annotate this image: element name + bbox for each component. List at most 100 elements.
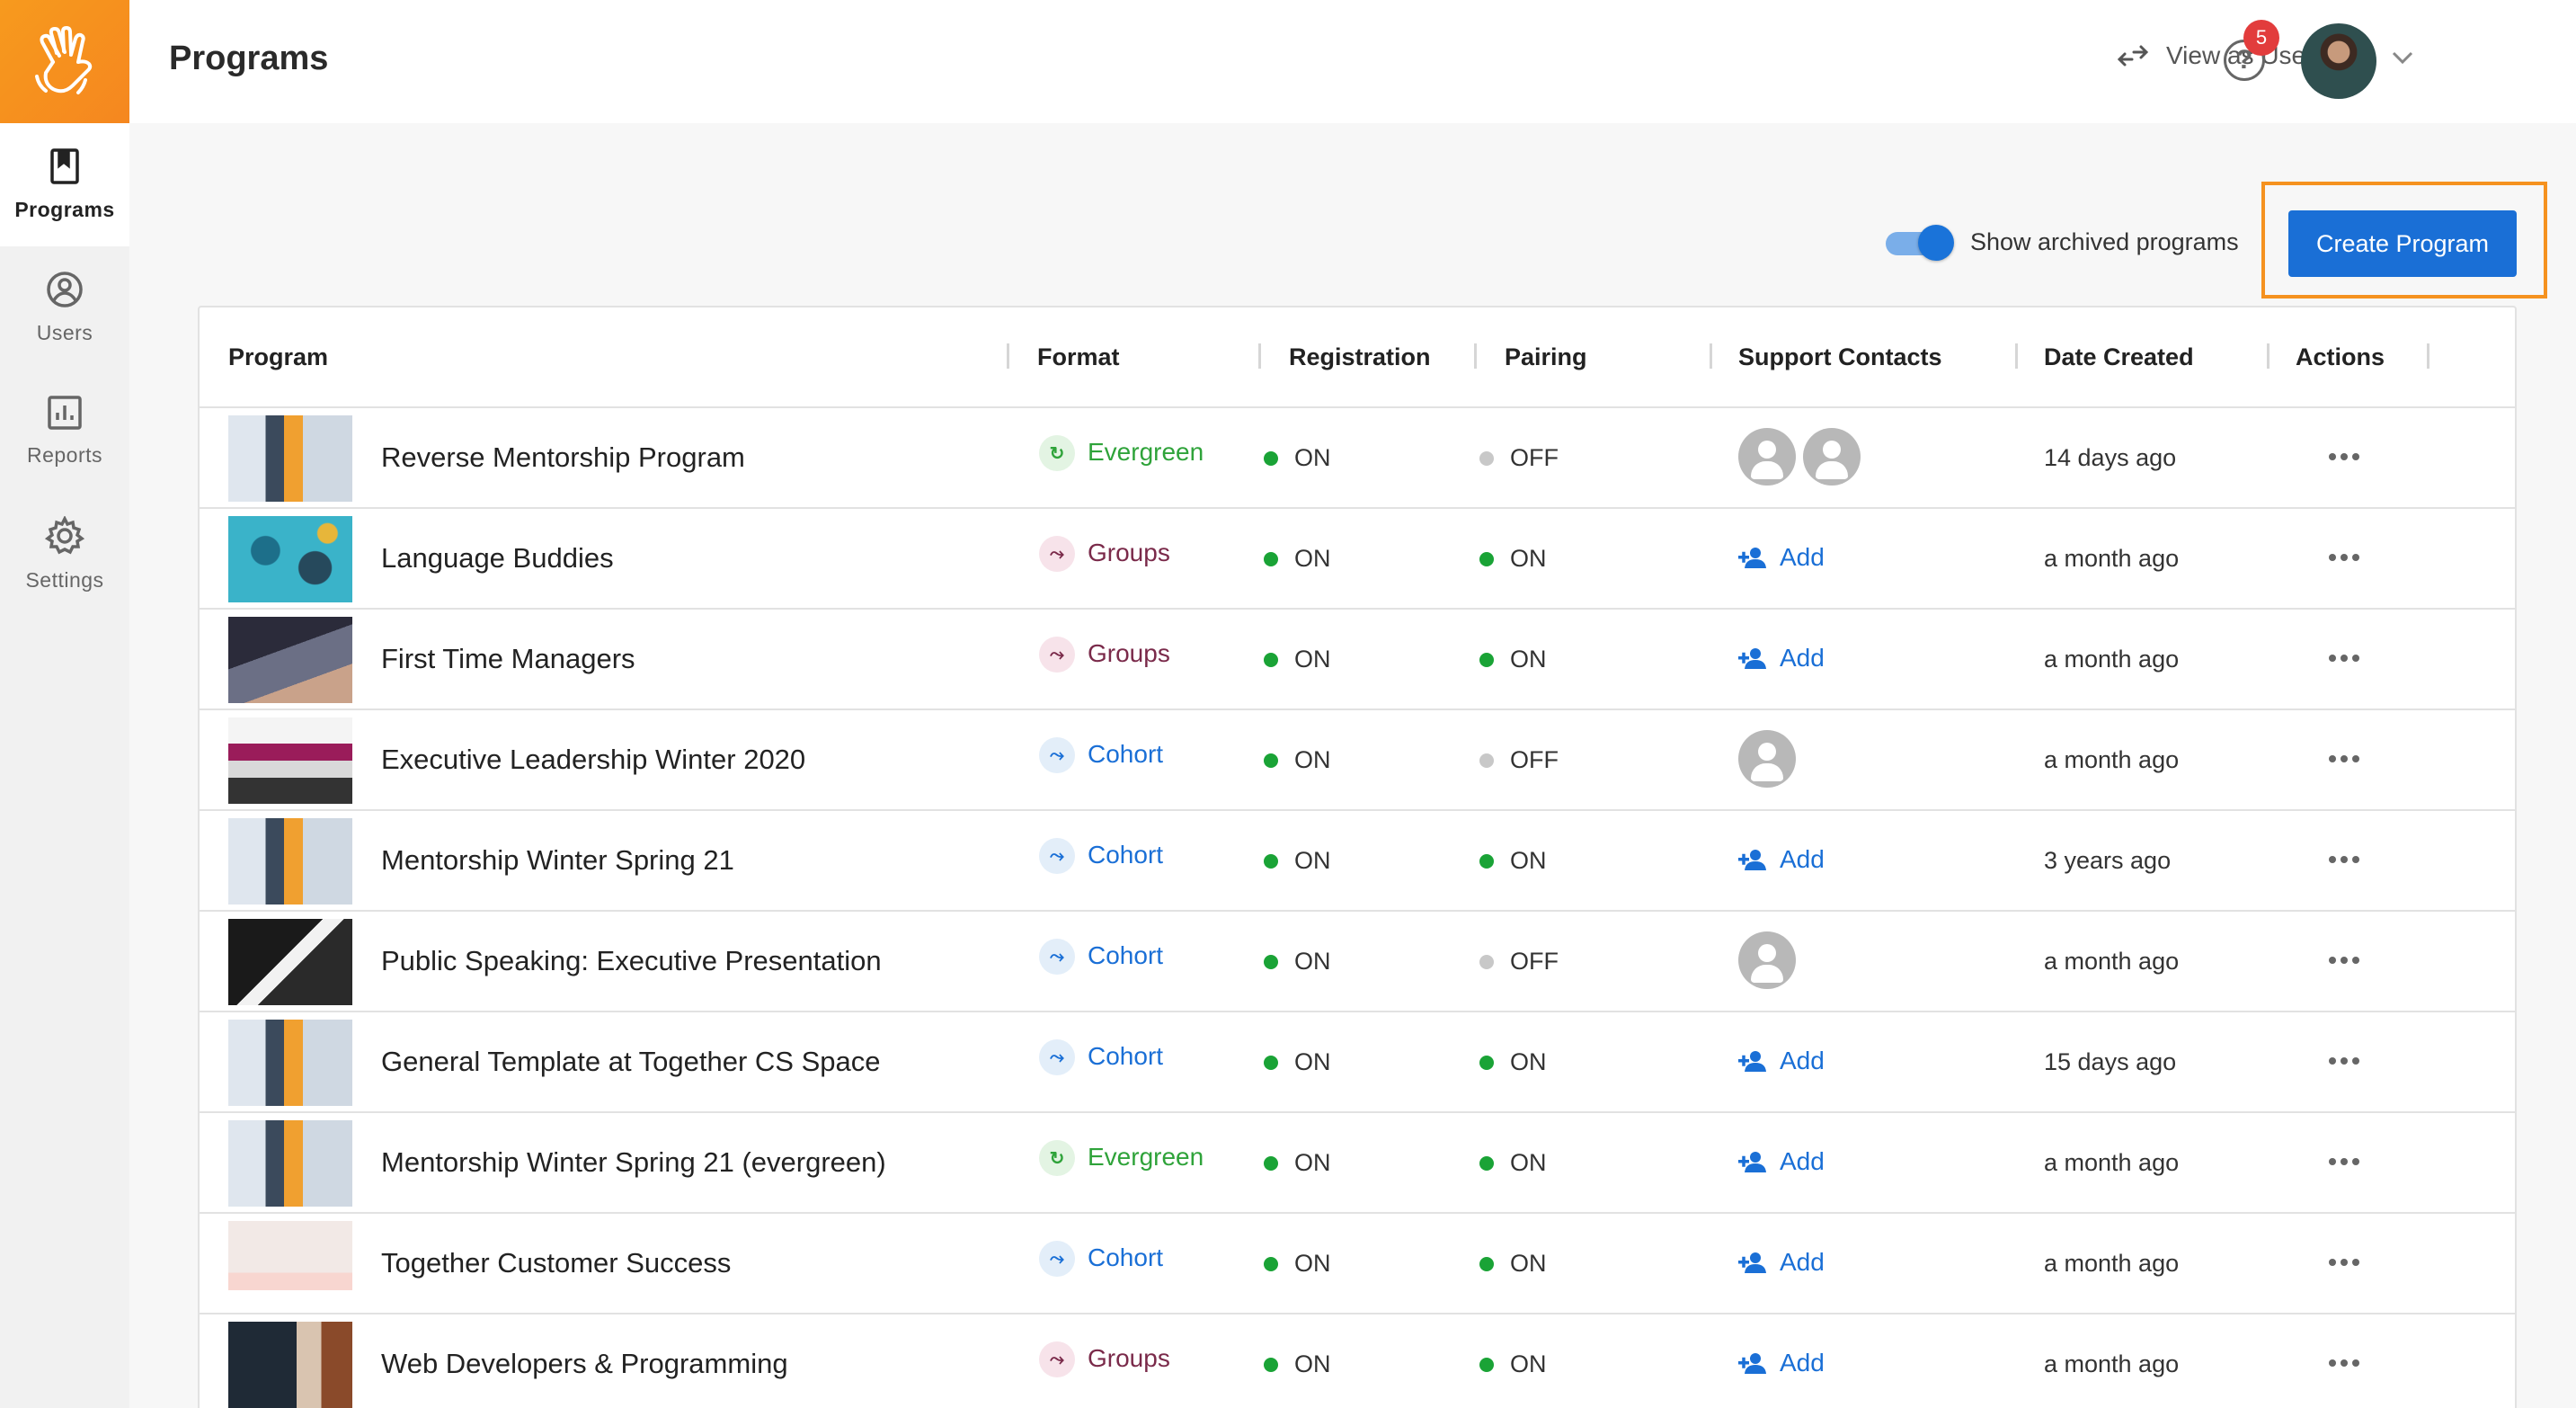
sidebar: Programs Users Reports Settings xyxy=(0,0,129,1408)
add-contact-button[interactable]: Add xyxy=(1738,1047,1825,1075)
add-contact-button[interactable]: Add xyxy=(1738,644,1825,673)
column-header-support-contacts[interactable]: Support Contacts xyxy=(1738,343,1942,371)
evergreen-format-icon: ↻ xyxy=(1039,435,1075,471)
column-header-date-created[interactable]: Date Created xyxy=(2044,343,2194,371)
program-name[interactable]: First Time Managers xyxy=(381,643,635,675)
contact-avatar[interactable] xyxy=(1738,931,1796,989)
pairing-status: ON xyxy=(1479,1149,1547,1177)
add-contact-label: Add xyxy=(1780,1349,1825,1377)
book-icon xyxy=(50,148,79,184)
table-row[interactable]: Together Customer Success ⤳ Cohort ON ON Add a… xyxy=(200,1214,2515,1314)
sidebar-item-programs[interactable]: Programs xyxy=(0,123,129,246)
status-dot xyxy=(1479,1055,1494,1070)
show-archived-toggle[interactable] xyxy=(1886,225,1954,261)
more-actions-icon[interactable] xyxy=(2323,741,2366,777)
table-body: Reverse Mentorship Program ↻ Evergreen ON OF… xyxy=(200,408,2515,1408)
table-row[interactable]: General Template at Together CS Space ⤳ Co… xyxy=(200,1012,2515,1113)
date-created: a month ago xyxy=(2044,1250,2180,1277)
column-divider[interactable] xyxy=(2015,343,2018,369)
column-divider[interactable] xyxy=(2267,343,2270,369)
program-name[interactable]: Mentorship Winter Spring 21 xyxy=(381,844,734,877)
more-actions-icon[interactable] xyxy=(2323,640,2366,676)
more-actions-icon[interactable] xyxy=(2323,942,2366,978)
contact-avatar[interactable] xyxy=(1738,428,1796,486)
contact-avatar[interactable] xyxy=(1738,730,1796,788)
status-dot xyxy=(1479,853,1494,869)
add-contact-button[interactable]: Add xyxy=(1738,1147,1825,1176)
status-dot xyxy=(1264,1357,1278,1372)
date-created: 3 years ago xyxy=(2044,847,2172,874)
column-divider[interactable] xyxy=(1007,343,1009,369)
pairing-status: OFF xyxy=(1479,948,1559,976)
more-actions-icon[interactable] xyxy=(2323,1043,2366,1079)
program-name[interactable]: Reverse Mentorship Program xyxy=(381,441,745,474)
pairing-status: OFF xyxy=(1479,444,1559,472)
groups-format-icon: ⤳ xyxy=(1039,1341,1075,1377)
person-add-icon xyxy=(1738,1252,1766,1273)
add-contact-button[interactable]: Add xyxy=(1738,1248,1825,1277)
program-thumbnail[interactable] xyxy=(228,1221,352,1307)
more-actions-icon[interactable] xyxy=(2323,539,2366,575)
column-divider[interactable] xyxy=(1710,343,1712,369)
contact-avatar[interactable] xyxy=(1803,428,1861,486)
program-name[interactable]: Web Developers & Programming xyxy=(381,1348,788,1380)
column-divider[interactable] xyxy=(1258,343,1261,369)
add-contact-button[interactable]: Add xyxy=(1738,543,1825,572)
program-thumbnail[interactable] xyxy=(228,1322,352,1408)
table-row[interactable]: Mentorship Winter Spring 21 (evergreen) ↻… xyxy=(200,1113,2515,1214)
program-thumbnail[interactable] xyxy=(228,617,352,703)
table-row[interactable]: Mentorship Winter Spring 21 ⤳ Cohort ON ON Ad… xyxy=(200,811,2515,912)
create-program-button[interactable]: Create Program xyxy=(2288,210,2517,277)
program-thumbnail[interactable] xyxy=(228,717,352,804)
table-row[interactable]: First Time Managers ⤳ Groups ON ON Add a month… xyxy=(200,610,2515,710)
more-actions-icon[interactable] xyxy=(2323,1144,2366,1180)
program-thumbnail[interactable] xyxy=(228,818,352,905)
column-header-pairing[interactable]: Pairing xyxy=(1505,343,1587,371)
column-header-format[interactable]: Format xyxy=(1037,343,1120,371)
table-row[interactable]: Language Buddies ⤳ Groups ON ON Add a month ag… xyxy=(200,509,2515,610)
column-divider[interactable] xyxy=(2427,343,2429,369)
sidebar-item-users[interactable]: Users xyxy=(0,246,129,370)
table-row[interactable]: Web Developers & Programming ⤳ Groups ON ON A… xyxy=(200,1314,2515,1408)
program-name[interactable]: Public Speaking: Executive Presentation xyxy=(381,945,882,977)
program-thumbnail[interactable] xyxy=(228,1120,352,1207)
status-dot xyxy=(1479,1155,1494,1171)
brand-logo[interactable] xyxy=(0,0,129,123)
registration-value: ON xyxy=(1294,545,1331,572)
table-row[interactable]: Reverse Mentorship Program ↻ Evergreen ON OF… xyxy=(200,408,2515,509)
view-as-user-button[interactable]: View as User xyxy=(2116,41,2314,70)
chevron-down-icon[interactable] xyxy=(2391,50,2414,65)
pairing-value: ON xyxy=(1510,1149,1547,1176)
table-row[interactable]: Executive Leadership Winter 2020 ⤳ Cohort O… xyxy=(200,710,2515,811)
sidebar-item-reports[interactable]: Reports xyxy=(0,370,129,493)
program-thumbnail[interactable] xyxy=(228,415,352,502)
registration-status: ON xyxy=(1264,646,1331,673)
program-name[interactable]: General Template at Together CS Space xyxy=(381,1046,880,1078)
sidebar-item-settings[interactable]: Settings xyxy=(0,493,129,616)
sidebar-item-label: Users xyxy=(36,321,93,344)
add-contact-button[interactable]: Add xyxy=(1738,845,1825,874)
status-dot xyxy=(1264,450,1278,466)
add-contact-button[interactable]: Add xyxy=(1738,1349,1825,1377)
more-actions-icon[interactable] xyxy=(2323,1244,2366,1280)
column-divider[interactable] xyxy=(1474,343,1477,369)
gear-icon xyxy=(45,516,84,555)
table-row[interactable]: Public Speaking: Executive Presentation ⤳… xyxy=(200,912,2515,1012)
program-name[interactable]: Language Buddies xyxy=(381,542,614,575)
format-label: Cohort xyxy=(1088,941,1164,969)
more-actions-icon[interactable] xyxy=(2323,1345,2366,1381)
pairing-value: OFF xyxy=(1510,444,1559,471)
program-name[interactable]: Mentorship Winter Spring 21 (evergreen) xyxy=(381,1146,886,1179)
column-header-program[interactable]: Program xyxy=(228,343,328,371)
program-name[interactable]: Executive Leadership Winter 2020 xyxy=(381,744,805,776)
column-header-registration[interactable]: Registration xyxy=(1289,343,1431,371)
format-label: Groups xyxy=(1088,1344,1170,1372)
avatar[interactable] xyxy=(2301,23,2376,99)
more-actions-icon[interactable] xyxy=(2323,439,2366,475)
more-actions-icon[interactable] xyxy=(2323,842,2366,878)
program-thumbnail[interactable] xyxy=(228,516,352,602)
program-thumbnail[interactable] xyxy=(228,919,352,1005)
program-name[interactable]: Together Customer Success xyxy=(381,1247,731,1279)
user-circle-icon xyxy=(47,272,83,307)
program-thumbnail[interactable] xyxy=(228,1020,352,1106)
